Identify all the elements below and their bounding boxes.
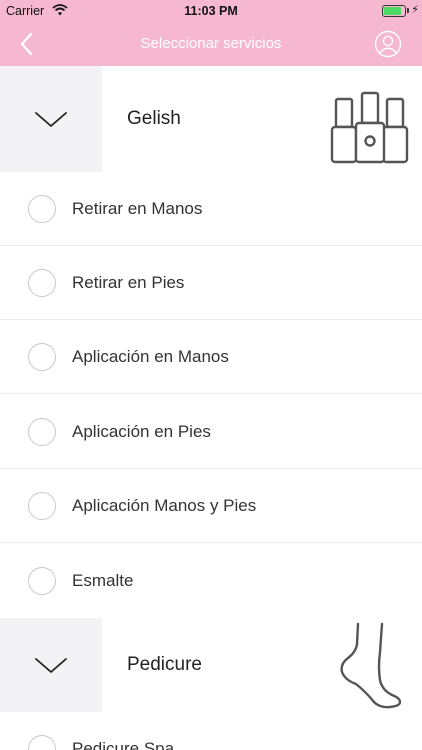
service-row[interactable]: Esmalte (0, 544, 422, 618)
service-label: Esmalte (72, 571, 134, 590)
section-toggle-pedicure[interactable] (0, 618, 102, 712)
service-radio[interactable] (28, 418, 56, 446)
section-pedicure: Pedicure (0, 618, 422, 712)
service-row[interactable]: Aplicación en Manos (0, 320, 422, 394)
clock: 11:03 PM (184, 4, 238, 18)
service-row[interactable]: Retirar en Pies (0, 246, 422, 320)
nav-bar: Seleccionar servicios (0, 22, 422, 66)
service-radio[interactable] (28, 735, 56, 750)
nail-polish-icon (330, 91, 409, 164)
profile-button[interactable] (374, 30, 402, 58)
chevron-left-icon (20, 32, 33, 56)
service-label: Retirar en Pies (72, 273, 185, 292)
service-radio[interactable] (28, 567, 56, 595)
service-row[interactable]: Retirar en Manos (0, 172, 422, 246)
service-label: Aplicación Manos y Pies (72, 496, 257, 515)
back-button[interactable] (14, 30, 42, 58)
service-row[interactable]: Pedicure Spa (0, 712, 422, 750)
service-radio[interactable] (28, 492, 56, 520)
section-toggle-gelish[interactable] (0, 66, 102, 172)
chevron-down-icon (35, 658, 67, 673)
service-label: Retirar en Manos (72, 199, 203, 218)
foot-icon (340, 622, 402, 709)
user-icon (374, 30, 402, 58)
battery-icon (382, 5, 406, 17)
service-label: Aplicación en Pies (72, 422, 211, 441)
charging-icon: ⚡ (411, 4, 419, 16)
service-radio[interactable] (28, 343, 56, 371)
section-title: Pedicure (127, 654, 202, 675)
service-label: Aplicación en Manos (72, 347, 229, 366)
service-radio[interactable] (28, 269, 56, 297)
battery-tip (407, 8, 409, 13)
service-radio[interactable] (28, 195, 56, 223)
chevron-down-icon (35, 112, 67, 127)
service-row[interactable]: Aplicación Manos y Pies (0, 469, 422, 543)
section-title: Gelish (127, 108, 181, 129)
service-row[interactable]: Aplicación en Pies (0, 395, 422, 469)
status-bar: Carrier 11:03 PM ⚡ (0, 0, 422, 22)
page-title: Seleccionar servicios (140, 35, 282, 52)
section-gelish: Gelish (0, 66, 422, 172)
service-label: Pedicure Spa (72, 739, 175, 750)
